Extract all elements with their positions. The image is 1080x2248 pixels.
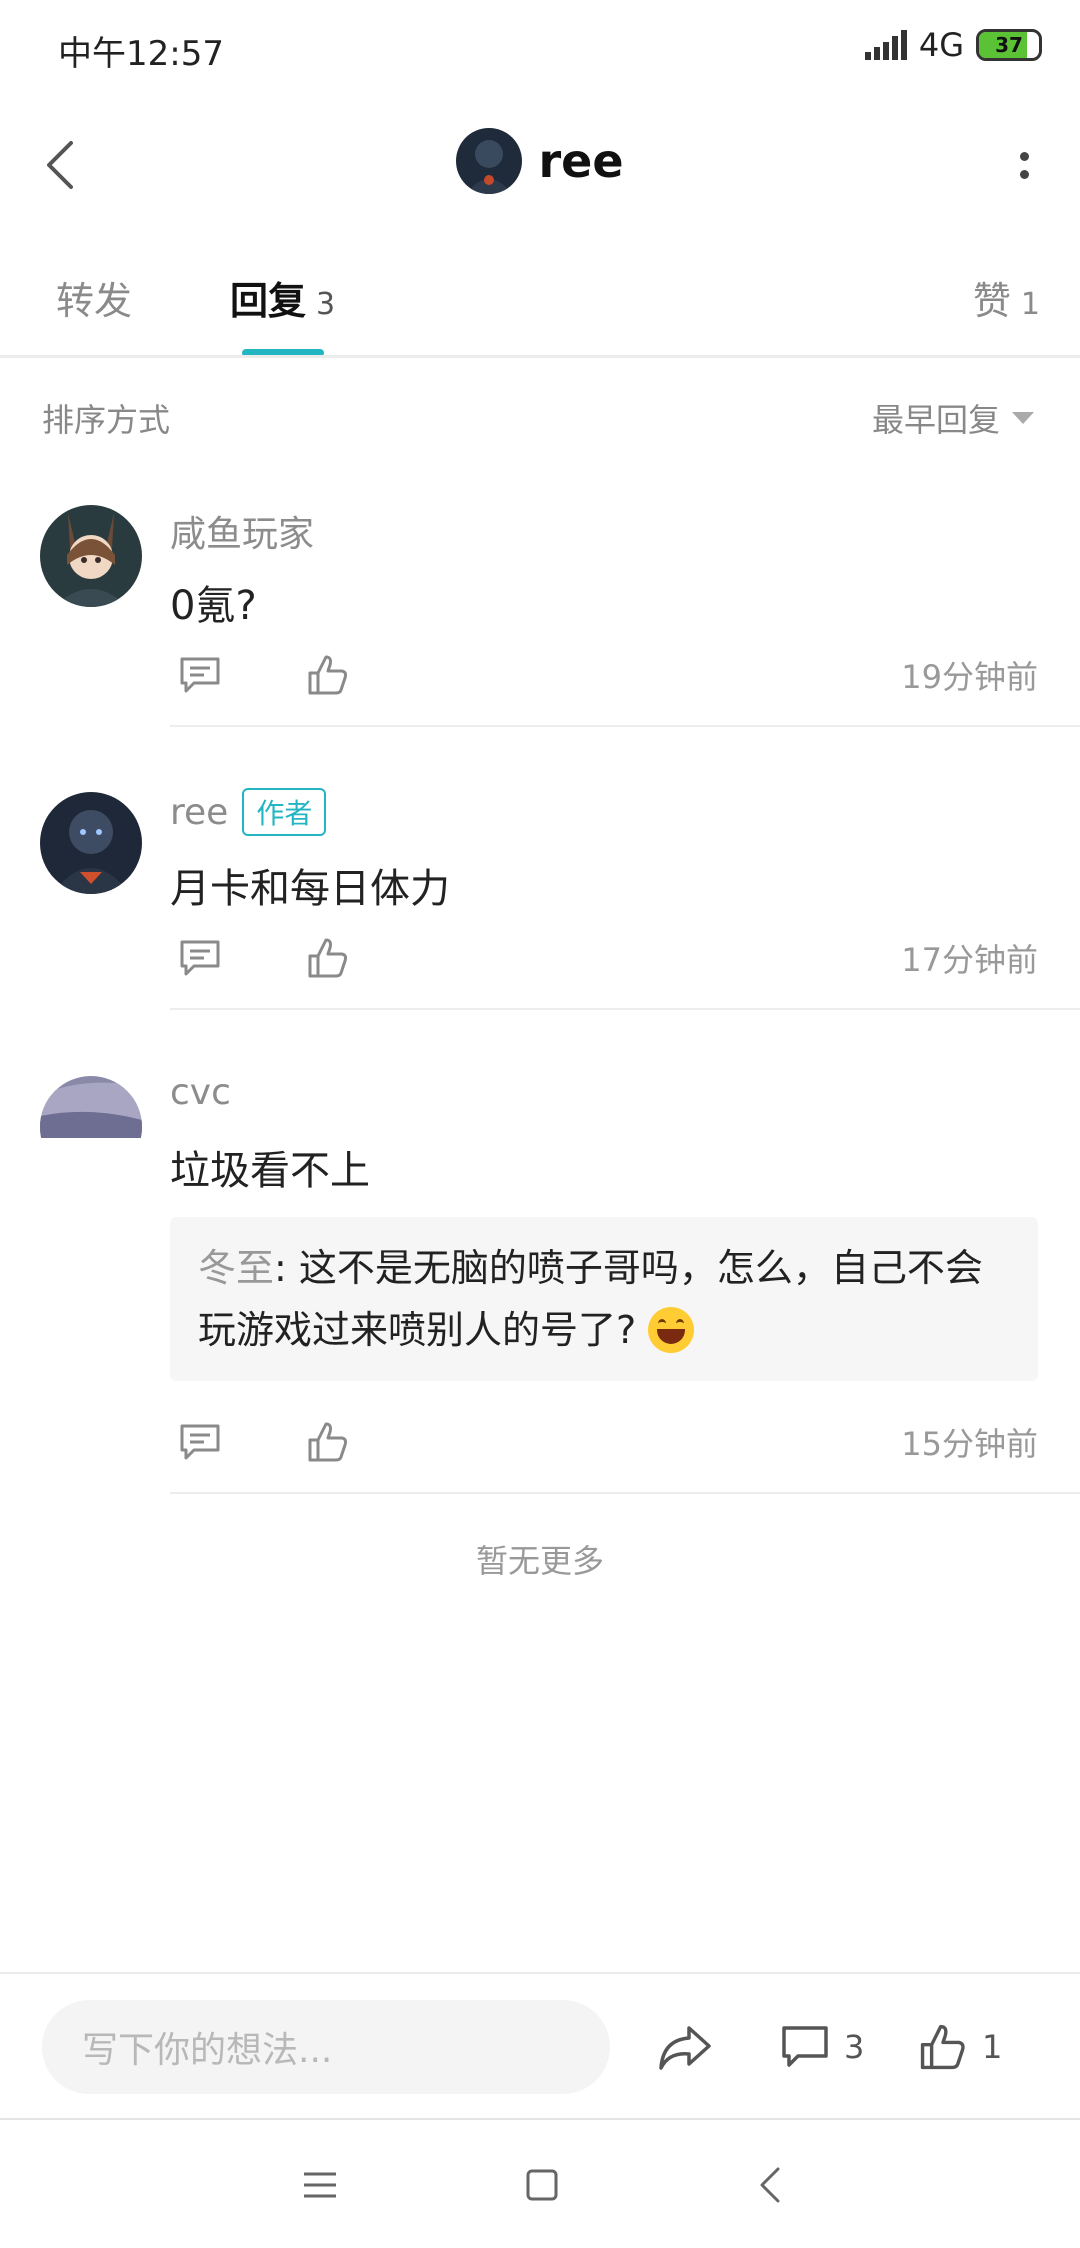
signal-icon	[864, 30, 907, 60]
status-indicators: 4G 37	[864, 26, 1042, 64]
divider	[0, 1972, 1080, 1974]
menu-icon	[304, 2172, 336, 2198]
caret-down-icon	[1012, 412, 1034, 424]
battery-level: 37	[995, 33, 1023, 57]
more-options-button[interactable]	[1004, 140, 1044, 190]
share-button[interactable]	[650, 2012, 720, 2082]
divider	[170, 1492, 1080, 1494]
tab-label: 赞	[972, 279, 1011, 323]
thumbs-up-icon	[308, 655, 348, 695]
author-badge: 作者	[242, 788, 327, 836]
thumbs-up-icon	[308, 1422, 348, 1462]
comment-count: 3	[844, 2028, 865, 2066]
no-more-label: 暂无更多	[475, 1542, 604, 1580]
thumbs-up-icon	[920, 2024, 965, 2070]
comment-author[interactable]: 咸鱼玩家	[170, 505, 314, 557]
comment-author[interactable]: cvc	[170, 1072, 231, 1113]
more-dot-icon	[1019, 151, 1029, 161]
comment-text: 垃圾看不上	[170, 1148, 370, 1194]
divider	[0, 2118, 1080, 2120]
comment-icon	[180, 1424, 220, 1460]
tab-label: 回复	[230, 279, 307, 323]
comment-time: 17分钟前	[901, 941, 1038, 979]
sort-label: 排序方式	[42, 401, 171, 439]
comment-actions: 17分钟前	[170, 928, 1038, 988]
sort-value: 最早回复	[871, 401, 1000, 439]
like-button[interactable]	[298, 1412, 358, 1472]
author-name: ree	[170, 791, 229, 833]
comment-actions: 15分钟前	[170, 1412, 1038, 1472]
reply-button[interactable]	[170, 645, 230, 705]
divider	[170, 1008, 1080, 1010]
header: ree	[0, 128, 1080, 194]
comment-author[interactable]: ree 作者	[170, 788, 327, 836]
comments-button[interactable]: 3	[780, 2012, 864, 2082]
author-name: 咸鱼玩家	[170, 514, 315, 555]
divider	[0, 355, 1080, 358]
like-button[interactable]	[298, 928, 358, 988]
comment-text: 月卡和每日体力	[170, 866, 450, 912]
tab-count: 3	[316, 287, 336, 322]
thumbs-up-icon	[308, 938, 348, 978]
divider	[170, 725, 1080, 727]
tab-forward[interactable]: 转发	[56, 270, 132, 325]
comment-text: 0氪?	[170, 583, 257, 629]
share-icon	[659, 2026, 711, 2070]
square-icon	[526, 2169, 558, 2201]
grinning-emoji-icon	[648, 1307, 695, 1353]
header-avatar[interactable]	[456, 128, 523, 194]
like-post-button[interactable]: 1	[918, 2012, 1002, 2082]
battery-icon: 37	[976, 29, 1042, 61]
sort-dropdown[interactable]: 最早回复	[872, 395, 1034, 441]
comment-input[interactable]: 写下你的想法...	[42, 2000, 610, 2094]
comment-time: 15分钟前	[901, 1425, 1038, 1463]
status-time: 中午12:57	[58, 34, 224, 74]
more-dot-icon	[1019, 169, 1029, 179]
avatar[interactable]	[40, 792, 142, 894]
quote-author[interactable]: 冬至	[198, 1246, 274, 1290]
recent-apps-button[interactable]	[285, 2150, 355, 2220]
avatar[interactable]	[40, 505, 142, 607]
like-button[interactable]	[298, 645, 358, 705]
header-title: ree	[538, 134, 624, 188]
network-type: 4G	[918, 26, 964, 64]
quoted-reply[interactable]: 冬至: 这不是无脑的喷子哥吗，怎么，自己不会玩游戏过来喷别人的号了?	[170, 1217, 1038, 1381]
like-count: 1	[982, 2028, 1003, 2066]
reply-button[interactable]	[170, 1412, 230, 1472]
avatar[interactable]	[40, 1076, 142, 1178]
comment-icon	[180, 657, 220, 693]
comment-icon	[180, 940, 220, 976]
chevron-left-icon	[760, 2167, 780, 2203]
quote-text: : 这不是无脑的喷子哥吗，怎么，自己不会玩游戏过来喷别人的号了?	[198, 1246, 983, 1352]
author-name: cvc	[170, 1072, 231, 1113]
comment-time: 19分钟前	[901, 658, 1038, 696]
comment-actions: 19分钟前	[170, 645, 1038, 705]
comment-icon	[782, 2026, 828, 2067]
tab-label: 转发	[56, 279, 133, 323]
input-placeholder: 写下你的想法...	[82, 2030, 333, 2071]
tab-count: 1	[1020, 287, 1040, 322]
tab-replies[interactable]: 回复 3	[230, 270, 335, 325]
home-button[interactable]	[507, 2150, 577, 2220]
tab-likes[interactable]: 赞1	[973, 270, 1040, 325]
system-back-button[interactable]	[735, 2150, 805, 2220]
reply-button[interactable]	[170, 928, 230, 988]
